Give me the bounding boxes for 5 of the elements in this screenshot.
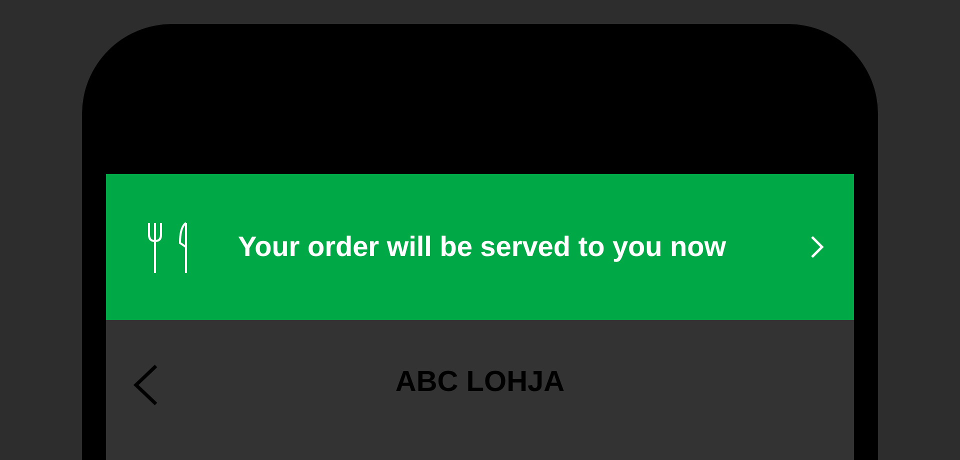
back-icon[interactable] (132, 364, 158, 406)
chevron-right-icon[interactable] (810, 235, 824, 259)
fork-and-knife-icon (146, 221, 190, 273)
order-banner[interactable]: Your order will be served to you now (106, 174, 854, 320)
banner-message: Your order will be served to you now (238, 231, 728, 263)
